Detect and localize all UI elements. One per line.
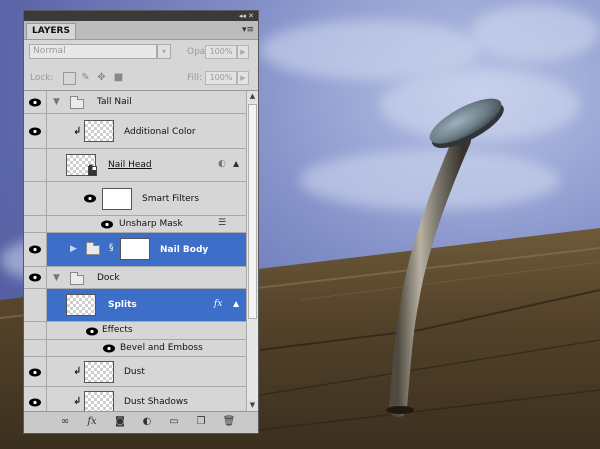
clipping-arrow-icon: ↲: [73, 396, 82, 407]
smart-filter-icon: ◐: [218, 159, 226, 169]
effect-bevel-and-emboss[interactable]: Bevel and Emboss: [24, 340, 246, 357]
eye-icon[interactable]: [102, 344, 116, 353]
new-group-icon[interactable]: ▭: [167, 416, 181, 428]
layer-name: Tall Nail: [97, 97, 132, 107]
layers-panel: ◂◂ ✕ LAYERS ▾≡ Normal ▾ Opacity: 100% ▶ …: [23, 10, 259, 434]
scroll-down-icon[interactable]: ▼: [247, 400, 258, 411]
lock-label: Lock:: [30, 73, 54, 83]
folder-icon: [70, 272, 84, 285]
layer-name: Dust: [124, 367, 145, 377]
layers-footer: ∞ fx ◙ ◐ ▭ ❐ 🗑: [24, 411, 258, 433]
clipping-arrow-icon: ↲: [73, 126, 82, 137]
fill-input[interactable]: 100%: [205, 71, 237, 85]
chain-link-icon[interactable]: §: [109, 243, 114, 253]
eye-icon[interactable]: [28, 98, 42, 107]
layer-name: Nail Body: [160, 245, 209, 255]
layer-name: Effects: [102, 325, 133, 335]
layer-thumbnail: [84, 391, 114, 411]
opacity-arrow-icon[interactable]: ▶: [237, 45, 249, 59]
blend-mode-select[interactable]: Normal: [29, 44, 157, 59]
adjustment-layer-icon[interactable]: ◐: [140, 416, 154, 428]
layer-dust-shadows[interactable]: ↲ Dust Shadows: [24, 387, 246, 411]
filter-unsharp-mask[interactable]: Unsharp Mask ☰: [24, 216, 246, 233]
expand-triangle-icon[interactable]: ▼: [53, 273, 60, 283]
panel-titlebar[interactable]: ◂◂ ✕: [24, 11, 258, 21]
layer-thumbnail: [66, 294, 96, 316]
scroll-thumb[interactable]: [248, 104, 257, 319]
smart-object-icon: ▙: [88, 166, 97, 176]
panel-controls[interactable]: ◂◂ ✕: [239, 11, 254, 21]
layer-splits[interactable]: Splits fx ▲: [24, 289, 246, 322]
eye-icon[interactable]: [100, 220, 114, 229]
layer-additional-color[interactable]: ↲ Additional Color: [24, 114, 246, 149]
panel-tab-row: LAYERS ▾≡: [24, 21, 258, 40]
add-mask-icon[interactable]: ◙: [113, 416, 127, 428]
effects-row[interactable]: Effects: [24, 322, 246, 340]
fill-arrow-icon[interactable]: ▶: [237, 71, 249, 85]
scroll-up-icon[interactable]: ▲: [247, 91, 258, 102]
layer-name: Nail Head: [108, 160, 152, 170]
layer-nail-head[interactable]: ▙ Nail Head ◐ ▲: [24, 149, 246, 182]
trash-icon[interactable]: 🗑: [222, 416, 236, 428]
layer-name: Dock: [97, 273, 120, 283]
filter-blending-options-icon[interactable]: ☰: [218, 218, 226, 228]
link-layers-icon[interactable]: ∞: [58, 416, 72, 428]
layers-list: ▼ Tall Nail ↲ Additional Color ▙ Nail He…: [24, 91, 246, 411]
lock-transparent-icon[interactable]: [63, 72, 76, 85]
layer-dust[interactable]: ↲ Dust: [24, 357, 246, 387]
fill-label: Fill:: [187, 73, 203, 83]
layers-scrollbar[interactable]: ▲ ▼: [246, 91, 258, 411]
blend-options-row: Normal ▾ Opacity: 100% ▶: [24, 40, 258, 62]
panel-menu-icon[interactable]: ▾≡: [242, 25, 254, 35]
collapse-triangle-icon[interactable]: ▲: [233, 159, 239, 168]
layer-name: Unsharp Mask: [119, 219, 183, 229]
layer-name: Splits: [108, 300, 137, 310]
folder-icon: [86, 242, 100, 255]
layer-mask-thumbnail: [120, 238, 150, 260]
smart-filters-row[interactable]: Smart Filters: [24, 182, 246, 216]
layer-name: Smart Filters: [142, 194, 200, 204]
tab-layers[interactable]: LAYERS: [26, 23, 76, 39]
expand-triangle-icon[interactable]: ▶: [70, 244, 77, 254]
layer-thumbnail: [84, 361, 114, 383]
eye-icon[interactable]: [85, 327, 99, 336]
folder-icon: [70, 96, 84, 109]
filter-mask-thumbnail: [102, 188, 132, 210]
layer-group-dock[interactable]: ▼ Dock: [24, 267, 246, 289]
eye-icon[interactable]: [28, 273, 42, 282]
layer-name: Bevel and Emboss: [120, 343, 203, 353]
collapse-triangle-icon[interactable]: ▲: [233, 299, 239, 308]
layer-name: Dust Shadows: [124, 397, 188, 407]
eye-icon[interactable]: [28, 245, 42, 254]
opacity-input[interactable]: 100%: [205, 45, 237, 59]
layer-nail-body[interactable]: ▶ § Nail Body: [24, 233, 246, 267]
eye-icon[interactable]: [28, 398, 42, 407]
lock-options-row: Lock: ✎ ✥ ■ Fill: 100% ▶: [24, 64, 258, 91]
lock-move-icon[interactable]: ✥: [96, 72, 107, 83]
eye-icon[interactable]: [83, 194, 97, 203]
layer-group-tall-nail[interactable]: ▼ Tall Nail: [24, 91, 246, 114]
eye-icon[interactable]: [28, 127, 42, 136]
clipping-arrow-icon: ↲: [73, 366, 82, 377]
fx-icon[interactable]: fx: [85, 416, 99, 428]
lock-brush-icon[interactable]: ✎: [80, 72, 91, 83]
expand-triangle-icon[interactable]: ▼: [53, 97, 60, 107]
fx-badge[interactable]: fx: [214, 299, 222, 309]
lock-all-icon[interactable]: ■: [113, 72, 124, 83]
layer-name: Additional Color: [124, 127, 196, 137]
new-layer-icon[interactable]: ❐: [194, 416, 208, 428]
layer-thumbnail: [84, 120, 114, 142]
chevron-down-icon[interactable]: ▾: [157, 44, 171, 59]
eye-icon[interactable]: [28, 368, 42, 377]
